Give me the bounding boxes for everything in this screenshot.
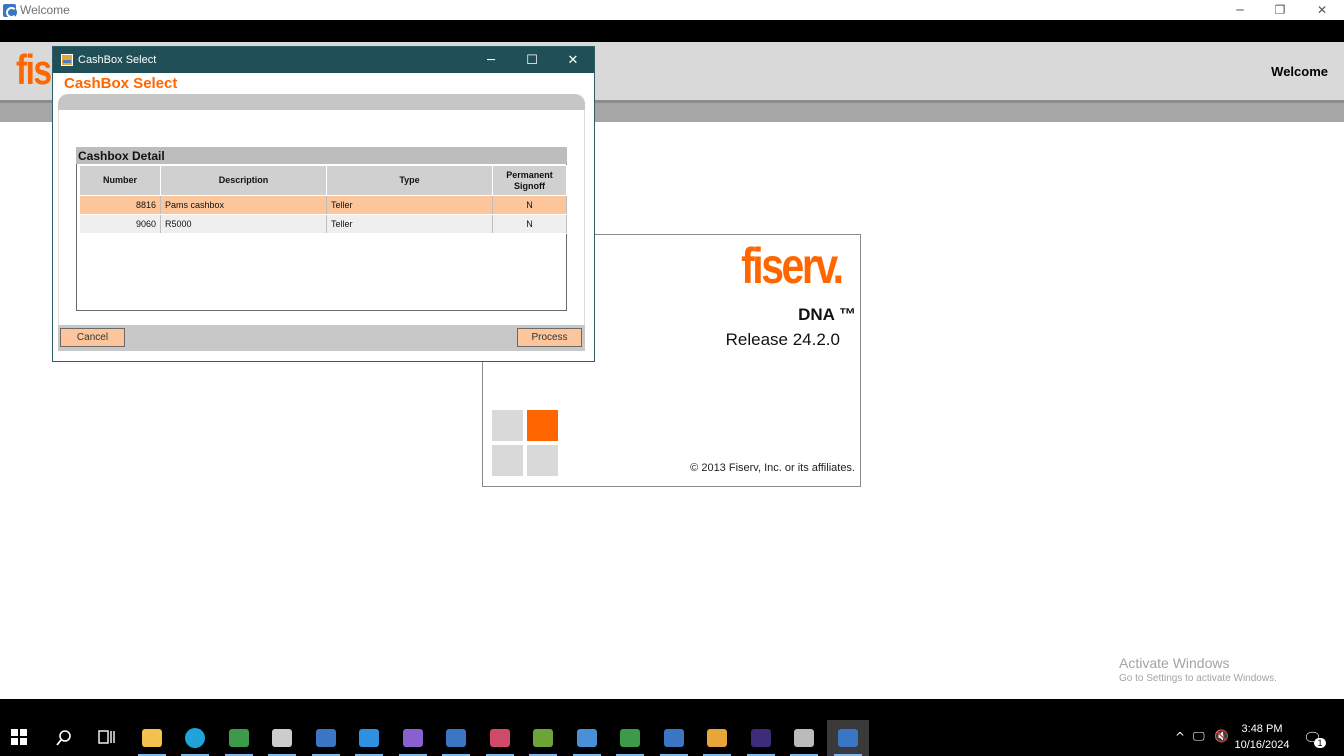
app-green-play-icon [228, 729, 249, 747]
taskbar-visual-studio-button[interactable] [392, 720, 434, 756]
app-c-blue-icon [315, 729, 336, 747]
cashbox-grid: Number Description Type Permanent Signof… [76, 164, 567, 311]
dialog-app-icon [61, 54, 73, 66]
taskbar-windows-start-button[interactable] [0, 720, 42, 756]
logo-tile-gray [492, 445, 523, 476]
taskbar-vscode-button[interactable] [348, 720, 390, 756]
taskbar-eclipse-button[interactable] [740, 720, 782, 756]
app-brain-icon [489, 729, 510, 747]
column-header-description[interactable]: Description [160, 165, 327, 196]
restore-button[interactable]: ❐ [1260, 0, 1300, 20]
taskbar-task-view-button[interactable] [87, 720, 129, 756]
close-button[interactable]: ✕ [1302, 0, 1342, 20]
menu-band [0, 20, 1344, 42]
cell-description[interactable]: R5000 [160, 214, 327, 234]
app-blue-square-icon [663, 729, 684, 747]
cell-signoff[interactable]: N [492, 214, 567, 234]
system-tray: ^ 🖵 🔇 3:48 PM 10/16/2024 🗨 1 [1169, 720, 1344, 756]
file-explorer-icon [141, 729, 162, 747]
column-header-type[interactable]: Type [326, 165, 493, 196]
dialog-footer: Cancel Process [58, 325, 585, 351]
window-title: Welcome [20, 3, 70, 17]
notification-badge: 1 [1314, 738, 1326, 748]
taskbar-app-green-play-2-button[interactable] [609, 720, 651, 756]
terminal-icon [272, 729, 292, 747]
clock-time[interactable]: 3:48 PM [1232, 723, 1292, 735]
tray-chevron-icon[interactable]: ^ [1175, 730, 1185, 744]
cell-number[interactable]: 8816 [79, 195, 161, 215]
column-header-permanent-signoff[interactable]: Permanent Signoff [492, 165, 567, 196]
app-green-play-2-icon [620, 729, 640, 747]
fiserv-brand-logo: fiserv. [741, 238, 844, 294]
taskbar-file-explorer-button[interactable] [131, 720, 173, 756]
dialog-title: CashBox Select [78, 54, 157, 66]
section-title: Cashbox Detail [78, 149, 165, 163]
watermark-title: Activate Windows [1119, 655, 1230, 671]
volume-muted-icon[interactable]: 🔇 [1214, 729, 1229, 743]
visual-studio-icon [402, 729, 423, 747]
cancel-button[interactable]: Cancel [60, 328, 125, 347]
fiserv-logo: fis [16, 46, 52, 93]
dialog-minimize-button[interactable]: ─ [471, 47, 511, 73]
dialog-maximize-button[interactable]: ☐ [512, 47, 552, 73]
taskbar-app-green-play-button[interactable] [218, 720, 260, 756]
desktop-screen: Welcome ─ ❐ ✕ fis Welcome fiserv. DNA ™ … [0, 0, 1344, 756]
window-titlebar: Welcome ─ ❐ ✕ [0, 0, 1344, 20]
cashbox-select-dialog: CashBox Select ─ ☐ ✕ CashBox Select Cash… [52, 46, 595, 362]
release-version: Release 24.2.0 [725, 330, 840, 349]
app-icon [3, 3, 17, 18]
taskbar-terminal-button[interactable] [261, 720, 303, 756]
taskbar-app-c-blue-button[interactable] [305, 720, 347, 756]
search-icon [55, 729, 75, 747]
logo-tile-orange [527, 410, 558, 441]
taskbar-app-blue-square-button[interactable] [653, 720, 695, 756]
cashbox-detail-header: Cashbox Detail [76, 147, 567, 164]
logo-tile-gray [527, 445, 558, 476]
cell-type[interactable]: Teller [326, 195, 493, 215]
minimize-button[interactable]: ─ [1220, 0, 1260, 20]
taskbar-search-button[interactable] [44, 720, 86, 756]
welcome-label: Welcome [1271, 64, 1328, 79]
app-blue-window-icon [446, 729, 466, 747]
product-name: DNA ™ [798, 305, 856, 324]
table-header-row: Number Description Type Permanent Signof… [79, 165, 567, 196]
taskbar-app-brain-button[interactable] [479, 720, 521, 756]
cell-signoff[interactable]: N [492, 195, 567, 215]
table-row[interactable]: 9060 R5000 Teller N [79, 214, 567, 234]
table-row[interactable]: 8816 Pams cashbox Teller N [79, 195, 567, 215]
cashbox-table: Number Description Type Permanent Signof… [79, 165, 567, 234]
cell-number[interactable]: 9060 [79, 214, 161, 234]
taskbar-git-button[interactable] [696, 720, 738, 756]
watermark-subtitle: Go to Settings to activate Windows. [1119, 673, 1277, 684]
vscode-icon [359, 729, 379, 747]
cell-description[interactable]: Pams cashbox [160, 195, 327, 215]
taskbar-app-chart-button[interactable] [522, 720, 564, 756]
column-header-number[interactable]: Number [79, 165, 161, 196]
taskbar-app-printer-button[interactable] [783, 720, 825, 756]
windows-start-icon [11, 729, 31, 747]
dialog-titlebar: CashBox Select ─ ☐ ✕ [53, 47, 594, 73]
task-view-icon [98, 729, 118, 747]
taskbar-app-document-button[interactable] [566, 720, 608, 756]
logo-tile-gray [492, 410, 523, 441]
taskbar-app-c-active-button[interactable] [826, 720, 869, 756]
network-icon[interactable]: 🖵 [1193, 729, 1205, 744]
app-chart-icon [533, 729, 553, 747]
edge-icon [185, 728, 205, 748]
eclipse-icon [750, 729, 771, 747]
taskbar-edge-button[interactable] [174, 720, 216, 756]
process-button[interactable]: Process [517, 328, 582, 347]
taskbar-app-blue-window-button[interactable] [435, 720, 477, 756]
app-printer-icon [794, 729, 814, 747]
cell-type[interactable]: Teller [326, 214, 493, 234]
app-document-icon [576, 729, 597, 747]
app-c-active-icon [837, 729, 858, 747]
clock-date[interactable]: 10/16/2024 [1232, 739, 1292, 751]
dialog-close-button[interactable]: ✕ [553, 47, 593, 73]
taskbar-band [0, 699, 1344, 720]
taskbar: ^ 🖵 🔇 3:48 PM 10/16/2024 🗨 1 [0, 699, 1344, 756]
git-icon [707, 729, 727, 747]
copyright-text: © 2013 Fiserv, Inc. or its affiliates. [690, 462, 855, 474]
dialog-heading: CashBox Select [64, 75, 178, 92]
